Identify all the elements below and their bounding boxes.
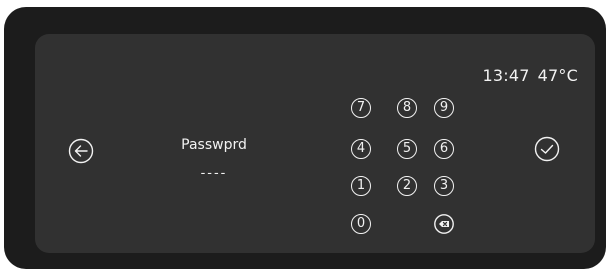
backspace-icon — [434, 214, 454, 234]
confirm-button[interactable] — [534, 136, 560, 162]
key-1[interactable]: 1 — [351, 176, 371, 196]
clock-time: 13:47 — [482, 66, 530, 85]
device-bezel: 13:47 47°C Passwprd ---- 7 8 9 4 5 6 1 2… — [4, 7, 606, 269]
arrow-left-circle-icon — [68, 138, 94, 164]
key-5[interactable]: 5 — [397, 139, 417, 159]
password-label: Passwprd — [181, 137, 247, 153]
status-bar: 13:47 47°C — [483, 66, 578, 85]
key-4[interactable]: 4 — [351, 139, 371, 159]
key-3[interactable]: 3 — [434, 176, 454, 196]
key-0[interactable]: 0 — [351, 214, 371, 234]
back-button[interactable] — [68, 138, 94, 164]
key-2[interactable]: 2 — [397, 176, 417, 196]
numeric-keypad: 7 8 9 4 5 6 1 2 3 0 — [351, 98, 471, 244]
check-circle-icon — [534, 136, 560, 162]
password-field[interactable]: ---- — [154, 166, 274, 181]
key-7[interactable]: 7 — [351, 98, 371, 118]
key-9[interactable]: 9 — [434, 98, 454, 118]
key-6[interactable]: 6 — [434, 139, 454, 159]
temperature-readout: 47°C — [537, 66, 578, 85]
display-screen: 13:47 47°C Passwprd ---- 7 8 9 4 5 6 1 2… — [35, 34, 595, 253]
key-8[interactable]: 8 — [397, 98, 417, 118]
delete-button[interactable] — [434, 214, 454, 234]
